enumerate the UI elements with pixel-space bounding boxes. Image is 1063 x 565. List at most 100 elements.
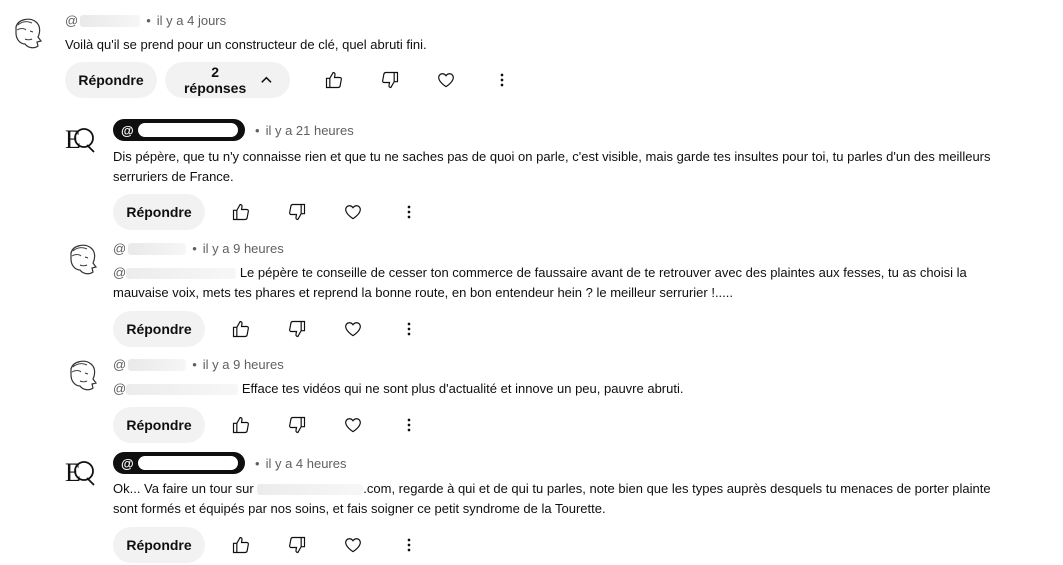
more-actions-button[interactable]: [391, 311, 427, 347]
comment-body: Efface tes vidéos qui ne sont plus d'act…: [241, 381, 684, 396]
monogram-logo-icon: E: [65, 125, 95, 154]
like-icon: [232, 320, 249, 338]
more-vert-icon: [407, 205, 411, 219]
comment-meta: @ • il y a 9 heures: [113, 357, 284, 372]
avatar[interactable]: [63, 355, 103, 395]
dislike-button[interactable]: [279, 527, 315, 563]
heart-button[interactable]: [335, 407, 371, 443]
more-actions-button[interactable]: [391, 407, 427, 443]
mention-link[interactable]: @: [113, 265, 126, 280]
comment-actions: Répondre: [113, 311, 427, 347]
heart-button[interactable]: [335, 311, 371, 347]
comment-meta: @ • il y a 4 heures: [113, 452, 347, 474]
separator-dot: •: [192, 357, 197, 372]
timestamp[interactable]: il y a 4 heures: [266, 456, 347, 471]
comment-actions: Répondre 2 réponses: [65, 62, 520, 98]
heart-icon: [438, 73, 454, 88]
more-actions-button[interactable]: [484, 62, 520, 98]
heart-button[interactable]: [428, 62, 464, 98]
author-handle-redacted: [137, 456, 238, 470]
mention-redacted: [126, 384, 239, 396]
author-handle-badge[interactable]: @: [113, 452, 245, 474]
timestamp[interactable]: il y a 9 heures: [203, 357, 284, 372]
dislike-icon: [289, 536, 306, 554]
separator-dot: •: [255, 455, 260, 471]
sketch-portrait-icon: [70, 360, 98, 391]
comment-text: @ Le pépère te conseille de cesser ton c…: [113, 263, 993, 303]
author-handle[interactable]: @: [113, 357, 126, 372]
comment-actions: Répondre: [113, 527, 427, 563]
heart-icon: [345, 418, 361, 433]
comment-text: Ok... Va faire un tour sur .com, regarde…: [113, 479, 993, 519]
heart-icon: [345, 322, 361, 337]
timestamp[interactable]: il y a 4 jours: [157, 13, 226, 28]
avatar[interactable]: [63, 239, 103, 279]
heart-icon: [345, 205, 361, 220]
comment-actions: Répondre: [113, 407, 427, 443]
separator-dot: •: [255, 122, 260, 138]
reply-button[interactable]: Répondre: [113, 311, 205, 347]
author-handle[interactable]: @: [65, 13, 78, 28]
reply-button[interactable]: Répondre: [65, 62, 157, 98]
monogram-logo-icon: E: [65, 458, 95, 487]
like-button[interactable]: [223, 194, 259, 230]
timestamp[interactable]: il y a 21 heures: [266, 123, 354, 138]
reply-button[interactable]: Répondre: [113, 407, 205, 443]
like-icon: [232, 203, 249, 221]
chevron-up-icon: [261, 76, 272, 83]
avatar[interactable]: E: [63, 119, 103, 159]
dislike-icon: [289, 203, 306, 221]
sketch-portrait-icon: [70, 244, 98, 275]
author-handle-redacted: [137, 123, 238, 137]
dislike-button[interactable]: [372, 62, 408, 98]
dislike-icon: [382, 71, 399, 89]
comment-body-start: Ok... Va faire un tour sur: [113, 481, 254, 496]
comment-text: Dis pépère, que tu n'y connaisse rien et…: [113, 149, 991, 184]
replies-count-label: 2 réponses: [183, 64, 247, 96]
avatar[interactable]: [8, 13, 48, 53]
svg-text:E: E: [65, 458, 81, 487]
mention-link[interactable]: @: [113, 381, 126, 396]
dislike-button[interactable]: [279, 194, 315, 230]
dislike-icon: [289, 416, 306, 434]
author-handle: @: [121, 122, 134, 138]
timestamp[interactable]: il y a 9 heures: [203, 241, 284, 256]
author-handle-redacted: [128, 358, 187, 371]
avatar[interactable]: E: [63, 452, 103, 492]
heart-button[interactable]: [335, 194, 371, 230]
comment-actions: Répondre: [113, 194, 427, 230]
separator-dot: •: [146, 13, 151, 28]
more-actions-button[interactable]: [391, 194, 427, 230]
author-handle-badge[interactable]: @: [113, 119, 245, 141]
dislike-button[interactable]: [279, 407, 315, 443]
like-icon: [232, 536, 249, 554]
heart-icon: [345, 538, 361, 553]
like-button[interactable]: [223, 311, 259, 347]
comment-meta: @ • il y a 4 jours: [65, 13, 226, 28]
more-vert-icon: [407, 322, 411, 336]
reply-button[interactable]: Répondre: [113, 194, 205, 230]
like-button[interactable]: [223, 527, 259, 563]
dislike-button[interactable]: [279, 311, 315, 347]
author-handle-redacted: [128, 242, 187, 255]
comment-text: Voilà qu'il se prend pour un constructeu…: [65, 37, 427, 52]
like-button[interactable]: [223, 407, 259, 443]
more-vert-icon: [407, 538, 411, 552]
svg-text:E: E: [65, 125, 81, 154]
more-vert-icon: [407, 418, 411, 432]
comment-meta: @ • il y a 21 heures: [113, 119, 354, 141]
mention-redacted: [126, 268, 237, 280]
comment-text: @ Efface tes vidéos qui ne sont plus d'a…: [113, 379, 993, 399]
like-button[interactable]: [316, 62, 352, 98]
comment-body: Le pépère te conseille de cesser ton com…: [113, 265, 967, 300]
separator-dot: •: [192, 241, 197, 256]
heart-button[interactable]: [335, 527, 371, 563]
dislike-icon: [289, 320, 306, 338]
comment-meta: @ • il y a 9 heures: [113, 241, 284, 256]
author-handle[interactable]: @: [113, 241, 126, 256]
like-icon: [232, 416, 249, 434]
author-handle-redacted: [80, 14, 141, 27]
replies-toggle-button[interactable]: 2 réponses: [165, 62, 290, 98]
more-actions-button[interactable]: [391, 527, 427, 563]
reply-button[interactable]: Répondre: [113, 527, 205, 563]
